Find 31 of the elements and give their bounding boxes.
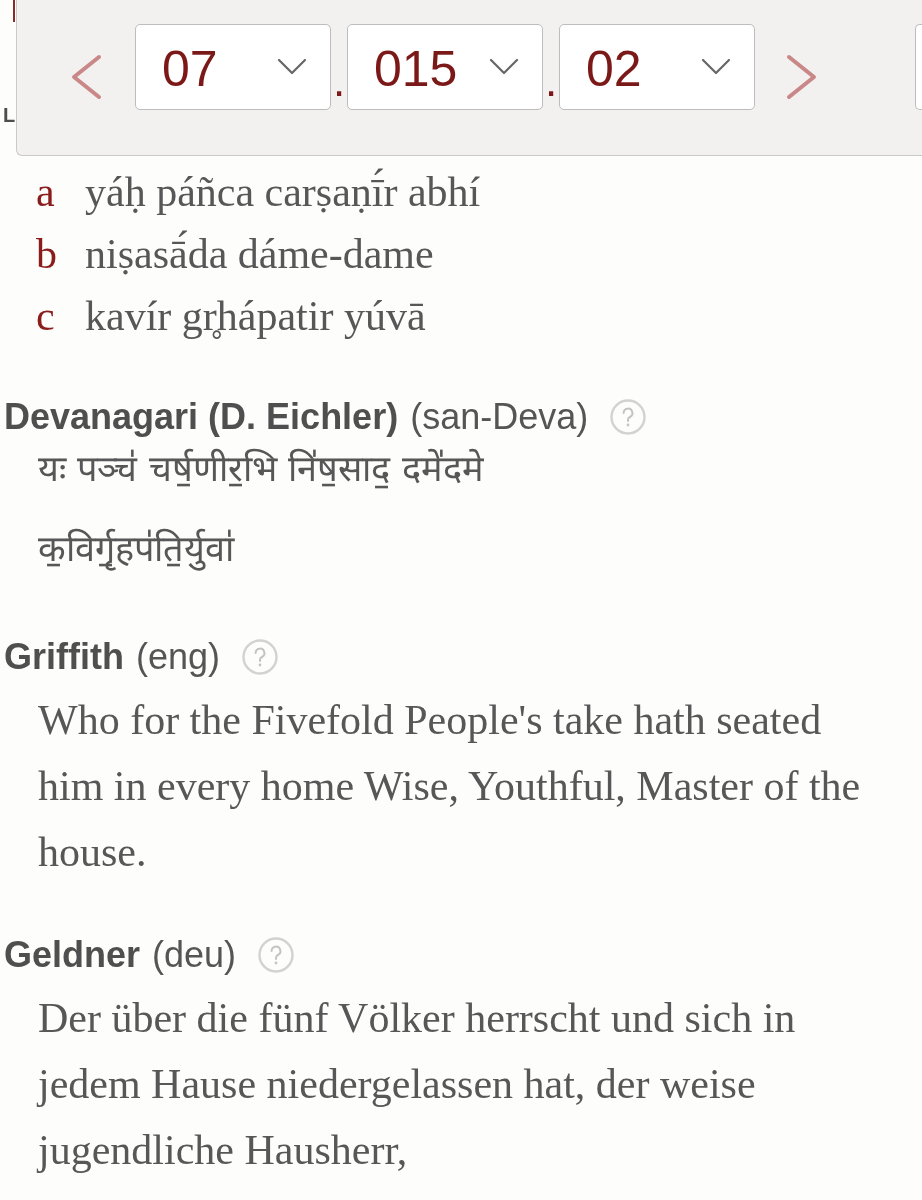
separator-period: . (331, 58, 347, 103)
separator-period: . (543, 58, 559, 103)
help-icon[interactable] (610, 399, 647, 435)
line-letter: a (36, 168, 56, 217)
translation-text: Who for the Fivefold People's take hath seated him in every home Wise, Youthful, Master of the house. (38, 696, 862, 877)
devanagari-line: क॒विर्गृ॒हप॑ति॒र्युवा॑ (38, 527, 236, 573)
version-name: Geldner (4, 933, 141, 977)
chevron-right-icon[interactable] (786, 53, 818, 100)
language-code: (deu) (152, 933, 237, 977)
line-letter: c (36, 292, 56, 341)
verse-line: niṣasā́da dáme-dame (85, 229, 434, 279)
help-icon[interactable] (242, 639, 279, 675)
chevron-down-icon (701, 58, 731, 75)
version-name: Griffith (4, 635, 124, 679)
chevron-left-icon[interactable] (70, 53, 102, 100)
language-code: (eng) (136, 635, 221, 679)
devanagari-line: यः पञ्च॑ चर्ष॒णीर॒भि नि॑ष॒साद॒ दमे॑दमे (38, 447, 485, 491)
verse-line: kavír gr̥hápatir yúvā (85, 292, 426, 341)
line-letter: b (36, 230, 58, 279)
number-dropdown[interactable]: 07 (135, 23, 331, 110)
chevron-down-icon (489, 58, 519, 75)
help-icon[interactable] (258, 937, 295, 973)
number-dropdown[interactable]: 02 (559, 23, 755, 110)
verse-line: yáḥ páñca carṣaṇī́r abhí (85, 167, 481, 217)
heading-fragment: L (3, 103, 16, 128)
version-name: Devanagari (D. Eichler) (4, 395, 399, 439)
cut-off-button[interactable] (915, 23, 922, 110)
translation-text: Der über die fünf Völker herrscht und sich in jedem Hause niedergelassen hat, der weise jugendliche Hausherr, (38, 994, 797, 1175)
chevron-down-icon (277, 58, 307, 75)
number-dropdown[interactable]: 015 (347, 23, 543, 110)
language-code: (san-Deva) (410, 395, 589, 439)
